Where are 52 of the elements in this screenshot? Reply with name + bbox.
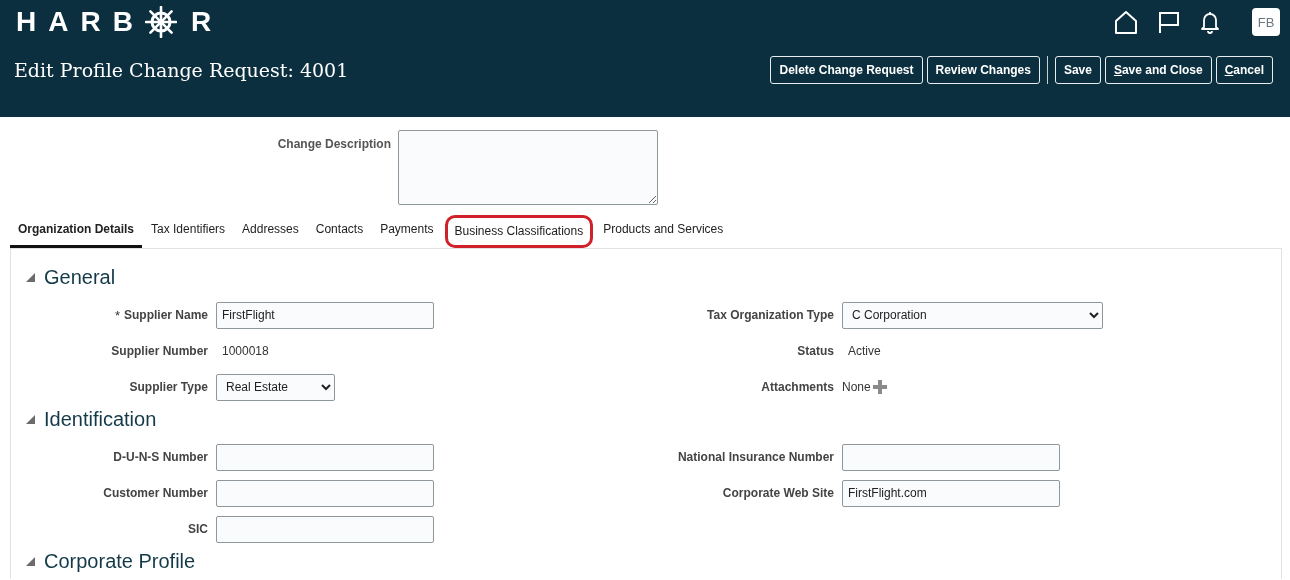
field-label: Supplier Name xyxy=(123,307,208,322)
tab[interactable]: Tax Identifiers xyxy=(143,215,234,248)
field-label: Tax Organization Type xyxy=(707,308,834,322)
field-label: Attachments xyxy=(761,380,834,394)
field-label: Customer Number xyxy=(103,486,208,500)
action-button[interactable]: Review Changes xyxy=(926,56,1040,84)
flag-icon[interactable] xyxy=(1158,10,1180,34)
logo-text: R xyxy=(190,6,224,38)
logo-text: HARB xyxy=(16,6,145,38)
tab[interactable]: Contacts xyxy=(307,215,372,248)
field-label: Status xyxy=(797,344,834,358)
action-button[interactable]: Save and Close xyxy=(1104,56,1212,84)
description-field[interactable] xyxy=(398,130,658,205)
tab[interactable]: Addresses xyxy=(234,215,307,248)
notifications-icon[interactable] xyxy=(1200,10,1220,34)
field-value: Active xyxy=(847,344,881,358)
tab[interactable]: Payments xyxy=(372,215,442,248)
dropdown[interactable]: C Corporation xyxy=(842,301,1103,329)
field-value: 1000018 xyxy=(221,344,269,358)
required-mark: * xyxy=(114,307,120,323)
field-label: Supplier Type xyxy=(129,380,208,394)
input-field[interactable] xyxy=(216,479,434,507)
tab[interactable]: Business Classifications xyxy=(444,215,594,248)
field-value: None xyxy=(842,380,871,394)
section-title: General xyxy=(44,265,116,289)
action-button[interactable]: Cancel xyxy=(1215,56,1273,84)
dropdown[interactable]: Real Estate xyxy=(216,373,335,401)
collapse-icon[interactable] xyxy=(25,413,36,425)
add-icon[interactable] xyxy=(872,380,887,394)
section-title: Identification xyxy=(44,407,157,431)
field-label: National Insurance Number xyxy=(677,450,834,464)
action-button[interactable]: Delete Change Request xyxy=(770,56,923,84)
input-field[interactable] xyxy=(216,515,434,543)
home-icon[interactable] xyxy=(1114,9,1138,35)
page-title: Edit Profile Change Request: 4001 xyxy=(14,59,349,81)
collapse-icon[interactable] xyxy=(25,555,36,567)
action-button[interactable]: Save xyxy=(1054,56,1101,84)
field-label: D-U-N-S Number xyxy=(113,450,208,464)
tab[interactable]: Products and Services xyxy=(595,215,732,248)
user-avatar[interactable]: FB xyxy=(1252,8,1280,36)
collapse-icon[interactable] xyxy=(25,271,36,283)
field-label: SIC xyxy=(188,522,208,536)
field-label: Supplier Number xyxy=(111,344,208,358)
field-label: Change Description xyxy=(276,136,391,151)
input-field[interactable] xyxy=(842,443,1060,471)
input-field[interactable]: FirstFlight.com xyxy=(842,479,1060,507)
section-title: Corporate Profile xyxy=(44,549,196,573)
field-label: Corporate Web Site xyxy=(722,486,834,500)
ship-wheel-icon xyxy=(144,6,177,38)
tab[interactable]: Organization Details xyxy=(10,215,143,248)
input-field[interactable]: FirstFlight xyxy=(216,301,434,329)
input-field[interactable] xyxy=(216,443,434,471)
